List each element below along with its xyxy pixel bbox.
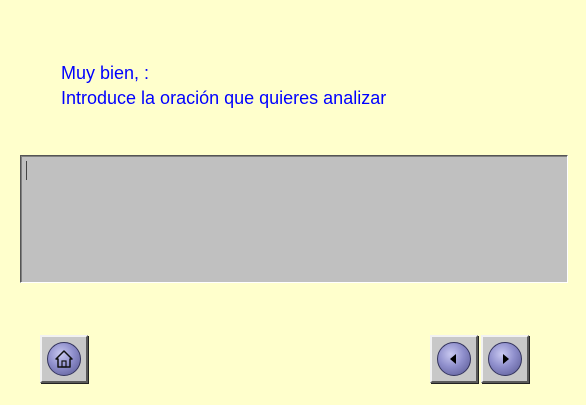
arrow-left-icon <box>437 342 471 376</box>
sentence-input[interactable] <box>20 155 568 283</box>
next-button[interactable] <box>481 335 529 383</box>
text-caret <box>26 161 27 180</box>
previous-button[interactable] <box>430 335 478 383</box>
instruction-label: Introduce la oración que quieres analiza… <box>61 88 387 108</box>
home-button[interactable] <box>40 335 88 383</box>
arrow-right-icon <box>488 342 522 376</box>
greeting-label: Muy bien, : <box>61 63 150 83</box>
prompt-text: Muy bien, : Introduce la oración que qui… <box>61 61 386 111</box>
home-icon <box>47 342 81 376</box>
